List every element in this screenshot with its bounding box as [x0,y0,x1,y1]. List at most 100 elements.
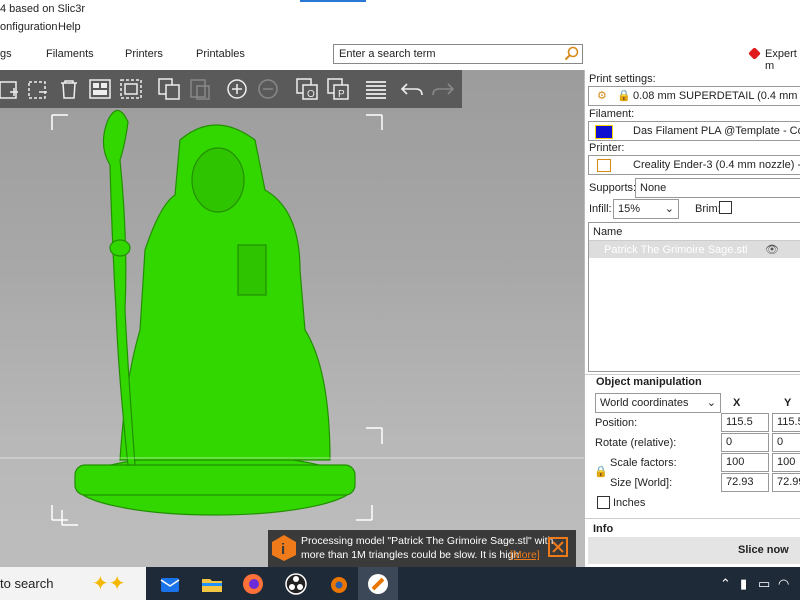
printer-icon [597,159,611,172]
3d-viewport[interactable] [0,70,584,567]
search-icon[interactable] [564,46,579,64]
toast-line-1: Processing model "Patrick The Grimoire S… [301,535,554,547]
filament-color-swatch [595,125,613,139]
print-settings-value: 0.08 mm SUPERDETAIL (0.4 mm nozzle [633,90,800,102]
size-x-value: 72.93 [726,476,754,488]
position-y-field[interactable]: 115.5 [772,413,800,432]
printer-value: Creality Ender-3 (0.4 mm nozzle) - Cop [633,159,800,171]
lock-icon: 🔒 [617,90,631,102]
slice-now-button[interactable]: Slice now [588,537,800,564]
tab-print-settings[interactable]: gs [0,48,12,60]
chevron-up-icon[interactable]: ⌃ [720,576,731,592]
supports-value: None [640,182,667,194]
size-y-field[interactable]: 72.99 [772,473,800,492]
plater-toolbar: O P [0,70,462,108]
filament-label: Filament: [589,108,635,120]
scale-label: Scale factors: [610,457,677,469]
coord-system-value: World coordinates [600,397,689,409]
close-icon[interactable] [548,537,568,557]
display-icon[interactable]: ▭ [758,576,770,592]
arrange-icon[interactable] [87,76,113,102]
notification-toast: i Processing model "Patrick The Grimoire… [268,530,576,567]
obs-icon[interactable] [284,572,308,596]
supports-combo[interactable]: None [635,178,800,198]
brim-checkbox[interactable] [719,201,732,214]
wifi-icon[interactable]: ◠ [778,576,789,592]
firefox-icon[interactable] [241,572,265,596]
search-input[interactable]: Enter a search term [333,44,583,64]
toast-line-2: more than 1M triangles could be slow. It… [301,549,520,561]
svg-text:i: i [281,541,285,558]
layers-editing-icon[interactable] [363,76,389,102]
rotate-x-field[interactable]: 0 [721,433,769,452]
outlook-icon[interactable] [158,572,182,596]
position-x-field[interactable]: 115.5 [721,413,769,432]
paste-icon[interactable] [187,76,213,102]
tab-printables[interactable]: Printables [196,48,245,60]
file-explorer-icon[interactable] [200,572,224,596]
scale-y-field[interactable]: 100 [772,453,800,472]
taskbar-search[interactable]: to search ✦✦ [0,567,146,600]
active-window-accent [300,0,366,2]
gear-icon: ⚙ [597,90,607,102]
size-x-field[interactable]: 72.93 [721,473,769,492]
print-settings-label: Print settings: [589,73,656,85]
remove-instance-icon[interactable] [255,76,281,102]
inches-label: Inches [613,497,646,509]
toast-more-link[interactable]: [More] [510,549,540,561]
size-label: Size [World]: [610,477,673,489]
chevron-down-icon: ⌄ [706,397,716,409]
split-parts-icon[interactable]: P [325,76,351,102]
eye-icon[interactable]: 👁 [765,243,779,256]
expert-mode-label[interactable]: Expert m [765,48,800,72]
position-label: Position: [595,417,638,429]
rotate-y-field[interactable]: 0 [772,433,800,452]
rotate-x-value: 0 [726,436,733,448]
menu-help[interactable]: Help [58,21,81,33]
scale-x-value: 100 [726,456,745,468]
scale-x-field[interactable]: 100 [721,453,769,472]
slice-now-label: Slice now [738,544,789,556]
model-scene [0,109,584,526]
window-title: 4 based on Slic3r [0,3,85,15]
tab-printers[interactable]: Printers [125,48,163,60]
warning-icon: i [272,535,296,561]
print-settings-combo[interactable]: ⚙ 🔒 0.08 mm SUPERDETAIL (0.4 mm nozzle [588,86,800,106]
wizard-model [74,109,356,516]
printer-combo[interactable]: Creality Ender-3 (0.4 mm nozzle) - Cop [588,155,800,175]
delete-icon[interactable] [25,76,51,102]
infill-combo[interactable]: 15% ⌄ [613,199,679,219]
copy-icon[interactable] [156,76,182,102]
brim-label: Brim: [695,203,721,215]
tab-filaments[interactable]: Filaments [46,48,94,60]
split-objects-icon[interactable]: O [294,76,320,102]
infill-value: 15% [618,203,641,215]
title-bar: 4 based on Slic3r [0,0,800,18]
undo-icon[interactable] [399,76,425,102]
add-icon[interactable] [0,76,22,102]
object-name: Patrick The Grimoire Sage.stl [604,244,748,256]
menu-configuration[interactable]: onfiguration [0,21,58,33]
object-list[interactable]: Name Patrick The Grimoire Sage.stl 👁 [588,222,800,372]
blender-icon[interactable] [325,572,349,596]
delete-all-icon[interactable] [56,76,82,102]
add-instance-icon[interactable] [224,76,250,102]
lock-icon[interactable]: 🔒 [594,465,608,478]
size-y-value: 72.99 [777,476,800,488]
redo-icon[interactable] [430,76,456,102]
prusaslicer-icon[interactable] [366,572,390,596]
coordinate-system-select[interactable]: World coordinates ⌄ [595,393,721,413]
settings-sidebar: Print settings: ⚙ 🔒 0.08 mm SUPERDETAIL … [584,70,800,567]
usb-drive-icon[interactable]: ▮ [740,576,747,592]
inches-checkbox[interactable] [597,496,610,509]
filament-combo[interactable]: Das Filament PLA @Template - Copy [588,121,800,141]
arrange-selection-icon[interactable] [118,76,144,102]
svg-text:P: P [338,89,345,100]
svg-text:O: O [307,89,315,100]
list-item[interactable]: Patrick The Grimoire Sage.stl 👁 [589,241,800,258]
object-manipulation-title: Object manipulation [596,376,702,388]
rotate-label: Rotate (relative): [595,437,677,449]
rotate-y-value: 0 [777,436,784,448]
infill-label: Infill: [589,203,612,215]
x-axis-label: X [733,397,741,409]
